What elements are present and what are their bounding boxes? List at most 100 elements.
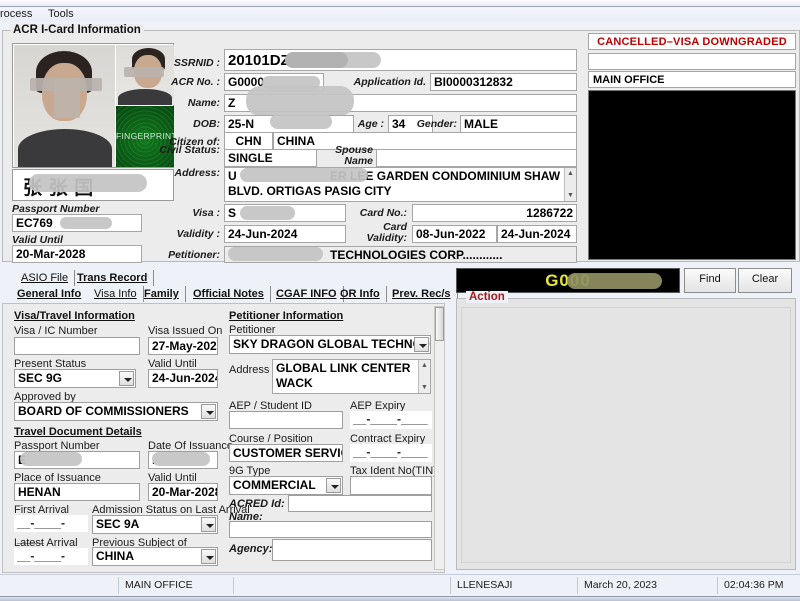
aep-expiry-input[interactable]: __-____-____ xyxy=(350,411,432,429)
chevron-down-icon[interactable] xyxy=(326,478,341,493)
menu-item-tools[interactable]: Tools xyxy=(44,8,78,21)
status-office: MAIN OFFICE xyxy=(588,71,796,88)
chevron-down-icon[interactable] xyxy=(414,337,429,352)
agency-input[interactable] xyxy=(272,539,432,561)
statusbar-office: MAIN OFFICE xyxy=(119,575,233,596)
card-validity-to-field[interactable]: 24-Jun-2024 xyxy=(497,225,577,243)
tab-family[interactable]: Family xyxy=(138,286,186,302)
civil-status-label-text: Civil Status: xyxy=(159,144,220,156)
petitioner-address-line-1: GLOBAL LINK CENTER WACK xyxy=(276,361,427,391)
chevron-down-icon[interactable] xyxy=(119,371,134,386)
tab-asio-file[interactable]: ASIO File xyxy=(15,270,75,286)
details-vertical-scrollbar[interactable] xyxy=(434,306,445,570)
acred-id-input[interactable] xyxy=(288,495,432,512)
status-bar: MAIN OFFICE LLENESAJI March 20, 2023 02:… xyxy=(0,574,800,597)
card-validity-label: Card Validity: xyxy=(340,222,407,244)
petitioner-address-memo[interactable]: GLOBAL LINK CENTER WACK WACK MANDALUYONG… xyxy=(272,359,431,394)
age-label: Age : xyxy=(340,118,384,130)
place-of-issuance-input[interactable]: HENAN xyxy=(14,483,140,501)
aep-student-id-input[interactable] xyxy=(229,411,343,429)
visa-ic-number-label: Visa / IC Number xyxy=(14,325,98,337)
scroll-down-icon[interactable]: ▼ xyxy=(420,383,429,392)
card-validity-from-field[interactable]: 08-Jun-2022 xyxy=(412,225,497,243)
clear-button[interactable]: Clear xyxy=(738,268,792,293)
previous-subject-value: CHINA xyxy=(96,549,134,563)
visa-issued-on-label: Visa Issued On xyxy=(148,325,222,337)
agency-label: Agency: xyxy=(229,543,272,555)
tab-prev-recs[interactable]: Prev. Rec/s xyxy=(386,286,458,302)
action-content-area[interactable] xyxy=(461,307,791,563)
course-position-input[interactable]: CUSTOMER SERVICE R xyxy=(229,444,343,462)
civil-status-field[interactable]: SINGLE xyxy=(224,149,317,167)
spouse-name-field[interactable] xyxy=(376,149,577,167)
passport-valid-until-field[interactable]: 20-Mar-2028 xyxy=(12,245,142,263)
admission-status-combo[interactable]: SEC 9A xyxy=(92,515,218,534)
scrollbar-thumb[interactable] xyxy=(435,307,444,341)
status-black-panel xyxy=(588,90,796,260)
petitioner-address-scrollbar[interactable]: ▲ ▼ xyxy=(418,360,430,393)
civil-status-label: Civil Status: xyxy=(150,145,220,156)
card-no-field[interactable]: 1286722 xyxy=(412,204,577,222)
visa-valid-until-input[interactable]: 24-Jun-2024 xyxy=(148,369,218,388)
chevron-down-icon[interactable] xyxy=(201,404,216,419)
approved-by-combo[interactable]: BOARD OF COMMISSIONERS xyxy=(14,402,218,421)
tax-ident-input[interactable] xyxy=(350,476,432,495)
dob-label: DOB: xyxy=(150,118,220,130)
address-line-2: BLVD. ORTIGAS PASIG CITY xyxy=(228,184,573,199)
visa-issued-on-input[interactable]: 27-May-2022 xyxy=(148,337,218,355)
ssrnid-field[interactable]: 20101DZ xyxy=(224,49,577,71)
petitioner-address-line-2: WACK MANDALUYONG - xyxy=(276,391,427,394)
address-label: Address: xyxy=(150,167,220,179)
approved-by-value: BOARD OF COMMISSIONERS xyxy=(18,404,189,418)
clear-button-label: Clear xyxy=(752,273,778,285)
scroll-up-icon[interactable]: ▲ xyxy=(420,361,429,370)
tab-or-info[interactable]: OR Info xyxy=(334,286,387,302)
tab-official-notes[interactable]: Official Notes xyxy=(187,286,271,302)
contract-expiry-input[interactable]: __-____-____ xyxy=(350,444,432,462)
gender-label: Gender: xyxy=(400,118,457,130)
visa-travel-section-title: Visa/Travel Information xyxy=(14,310,135,322)
statusbar-date: March 20, 2023 xyxy=(578,575,717,596)
petitioner-value: SKY DRAGON GLOBAL TECHNOLOGIES xyxy=(233,337,431,351)
scroll-up-icon[interactable]: ▲ xyxy=(566,169,575,178)
latest-arrival-input[interactable]: __-____-____ xyxy=(14,548,88,565)
tab-visa-info[interactable]: Visa Info xyxy=(88,286,144,302)
citizen-code-field[interactable]: CHN xyxy=(224,132,273,150)
card-no-label: Card No.: xyxy=(340,207,407,219)
visa-label: Visa : xyxy=(150,207,220,219)
travel-valid-until-input[interactable]: 20-Mar-2028 xyxy=(148,483,218,501)
tab-general-info[interactable]: General Info xyxy=(11,286,87,302)
petitioner-section-title: Petitioner Information xyxy=(229,310,343,322)
chevron-down-icon[interactable] xyxy=(201,549,216,564)
gender-field[interactable]: MALE xyxy=(460,115,577,133)
scroll-down-icon[interactable]: ▼ xyxy=(566,191,575,200)
menu-bar: rocess Tools xyxy=(0,7,800,21)
name-label: Name: xyxy=(150,97,220,109)
chevron-down-icon[interactable] xyxy=(201,517,216,532)
address-memo-scrollbar[interactable]: ▲ ▼ xyxy=(564,168,576,201)
petitioner-label-icard: Petitioner: xyxy=(150,249,220,261)
application-window: rocess Tools ACR I-Card Information FING… xyxy=(0,0,800,601)
find-button[interactable]: Find xyxy=(684,268,736,293)
validity-field[interactable]: 24-Jun-2024 xyxy=(224,225,346,243)
travel-doc-section-title: Travel Document Details xyxy=(14,426,142,438)
visa-ic-number-input[interactable] xyxy=(14,337,140,355)
present-status-combo[interactable]: SEC 9G xyxy=(14,369,136,388)
tab-trans-record[interactable]: Trans Record xyxy=(71,270,154,286)
validity-label: Validity : xyxy=(150,228,220,240)
find-button-label: Find xyxy=(699,273,720,285)
action-title: Action xyxy=(466,291,508,303)
search-display[interactable]: G000 xyxy=(456,268,680,293)
acr-no-label: ACR No. : xyxy=(150,76,220,88)
application-id-field[interactable]: BI0000312832 xyxy=(430,73,577,91)
window-bottom-edge xyxy=(0,596,800,601)
menu-item-process[interactable]: rocess xyxy=(0,8,36,21)
first-arrival-input[interactable]: __-____-____ xyxy=(14,515,88,532)
statusbar-user: LLENESAJI xyxy=(451,575,577,596)
petitioner-combo[interactable]: SKY DRAGON GLOBAL TECHNOLOGIES xyxy=(229,335,431,354)
acred-name-input[interactable] xyxy=(229,521,432,538)
previous-subject-combo[interactable]: CHINA xyxy=(92,547,218,566)
nine-g-type-combo[interactable]: COMMERCIAL xyxy=(229,476,343,495)
nine-g-type-value: COMMERCIAL xyxy=(233,478,316,492)
tab-cgaf-info[interactable]: CGAF INFO xyxy=(270,286,344,302)
